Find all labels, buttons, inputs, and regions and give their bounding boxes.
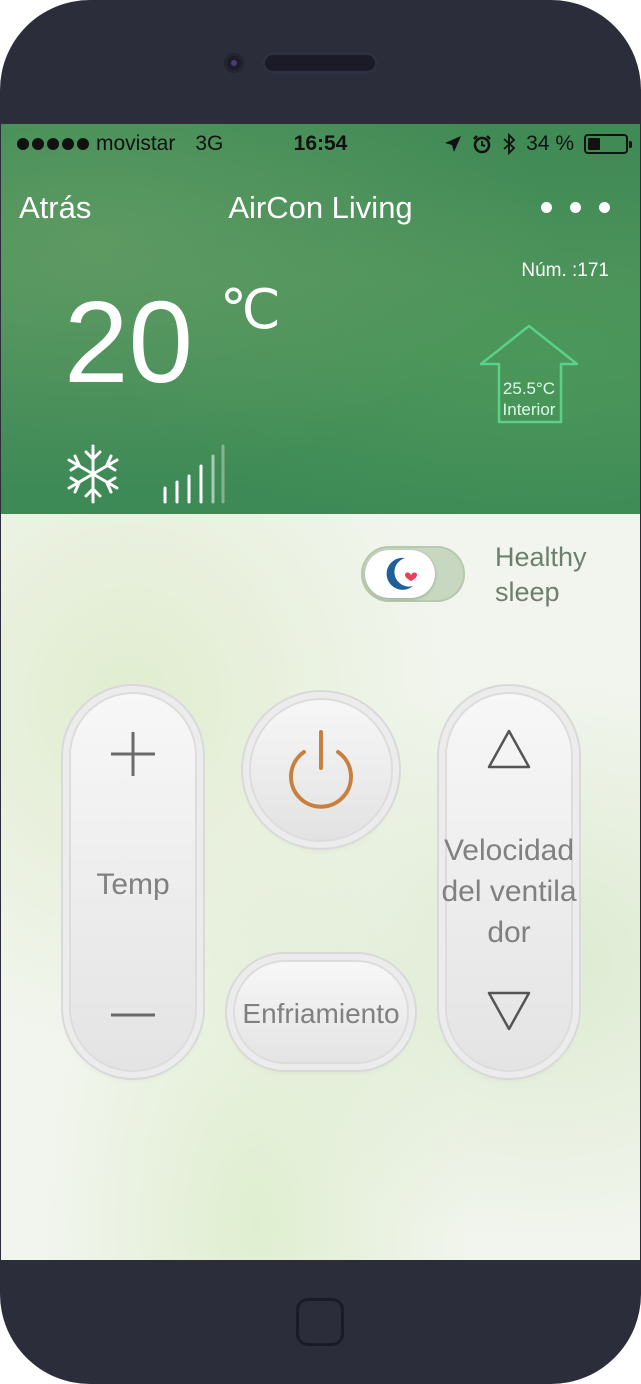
bluetooth-icon [503, 133, 516, 155]
header-panel: movistar 3G 16:54 34 % Atrás AirCon Livi… [1, 124, 640, 514]
home-button[interactable] [296, 1298, 344, 1346]
temperature-label: Temp [96, 868, 170, 901]
location-arrow-icon [445, 136, 462, 152]
healthy-sleep-label: Healthy sleep [495, 542, 587, 607]
battery-fill [588, 138, 600, 150]
status-bar: movistar 3G 16:54 34 % [1, 130, 640, 162]
earpiece-speaker [262, 52, 378, 74]
fan-speed-label: Velocidad del ventilador [441, 834, 577, 949]
toggle-knob [365, 550, 435, 598]
alarm-clock-icon [473, 135, 492, 154]
status-right: 34 % [444, 132, 632, 156]
moon-heart-icon [386, 557, 417, 590]
plus-icon[interactable] [107, 728, 159, 780]
indoor-temperature: 25.5°C [502, 379, 556, 398]
healthy-sleep-toggle[interactable] [361, 546, 465, 602]
app-screen: movistar 3G 16:54 34 % Atrás AirCon Livi… [1, 124, 640, 1260]
set-temperature: 20 [64, 277, 194, 407]
mode-label: Enfriamiento [242, 998, 400, 1029]
snowflake-icon [67, 444, 119, 504]
temperature-unit: ℃ [220, 280, 281, 340]
phone-frame: movistar 3G 16:54 34 % Atrás AirCon Livi… [0, 0, 641, 1384]
minus-icon[interactable] [107, 1010, 159, 1020]
control-panel: Healthy sleep Temp Enfriamiento Velocida… [1, 514, 640, 1260]
more-dots-icon[interactable] [541, 202, 610, 213]
nav-bar: Atrás AirCon Living [1, 184, 640, 234]
device-number: Núm. :171 [521, 260, 609, 281]
indoor-label: Interior [502, 400, 556, 419]
front-camera [224, 53, 244, 73]
battery-icon [584, 134, 632, 154]
fan-speed-bars-icon [163, 444, 225, 504]
power-icon [289, 730, 353, 809]
battery-percent: 34 % [526, 132, 574, 155]
triangle-down-icon[interactable] [486, 990, 532, 1032]
indoor-readout: 25.5°C Interior [477, 378, 581, 420]
triangle-up-icon[interactable] [486, 728, 532, 770]
